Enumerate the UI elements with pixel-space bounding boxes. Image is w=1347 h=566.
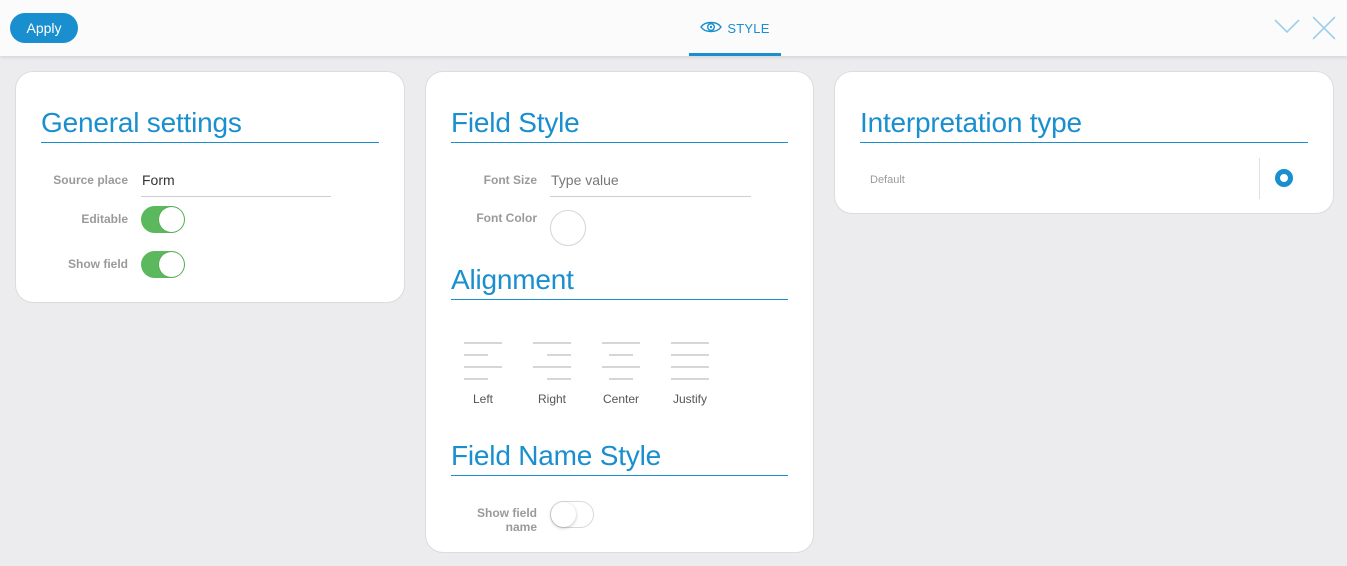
font-color-swatch[interactable]	[550, 210, 586, 246]
field-style-title: Field Style	[451, 107, 580, 138]
chevron-down-icon[interactable]	[1273, 14, 1301, 42]
show-field-name-label-line2: name	[505, 520, 537, 534]
interpretation-type-rule	[860, 142, 1308, 143]
close-icon[interactable]	[1310, 14, 1338, 42]
font-size-label: Font Size	[483, 173, 537, 187]
align-justify-icon	[671, 342, 709, 380]
option-divider	[1259, 158, 1260, 199]
interpretation-default-radio[interactable]	[1275, 169, 1293, 187]
align-right-label: Right	[537, 392, 566, 406]
toggle-knob	[159, 207, 184, 232]
interpretation-type-card: Interpretation type Default	[834, 71, 1334, 214]
align-left-label: Left	[472, 392, 493, 406]
editable-toggle[interactable]	[141, 206, 185, 233]
field-style-card: Field Style Font Size Type value Font Co…	[425, 71, 814, 553]
show-field-label: Show field	[68, 257, 128, 271]
align-center-label: Center	[602, 392, 640, 406]
tab-style[interactable]: STYLE	[689, 0, 781, 56]
show-field-toggle[interactable]	[141, 251, 185, 278]
active-tab-indicator	[689, 53, 781, 56]
field-style-rule	[451, 142, 788, 143]
general-settings-card: General settings Source place Form Edita…	[15, 71, 405, 303]
general-settings-rule	[41, 142, 379, 143]
tab-style-label: STYLE	[727, 20, 770, 36]
editable-label: Editable	[81, 212, 128, 226]
font-size-input[interactable]: Type value	[551, 171, 619, 189]
field-name-style-rule	[451, 475, 788, 476]
interpretation-type-title: Interpretation type	[860, 107, 1082, 138]
top-toolbar: Apply STYLE	[0, 0, 1347, 56]
show-field-name-label: Show field name	[426, 506, 537, 534]
apply-button[interactable]: Apply	[10, 13, 78, 43]
interpretation-option-default-label: Default	[870, 174, 905, 186]
eye-icon	[700, 20, 723, 34]
toggle-knob	[159, 252, 184, 277]
general-settings-title: General settings	[41, 107, 242, 138]
align-justify-label: Justify	[672, 392, 707, 406]
source-place-value[interactable]: Form	[142, 171, 175, 189]
alignment-rule	[451, 299, 788, 300]
field-name-style-title: Field Name Style	[451, 440, 661, 471]
show-field-name-label-line1: Show field	[477, 506, 537, 520]
align-justify-option[interactable]: Justify	[670, 342, 710, 406]
align-center-option[interactable]: Center	[601, 342, 641, 406]
font-color-label: Font Color	[476, 211, 537, 225]
show-field-name-toggle[interactable]	[550, 501, 594, 528]
alignment-title: Alignment	[451, 264, 574, 295]
align-right-icon	[533, 342, 571, 380]
source-place-label: Source place	[53, 173, 128, 187]
toggle-knob	[551, 502, 576, 527]
align-center-icon	[602, 342, 640, 380]
source-place-underline	[141, 196, 331, 197]
align-left-icon	[464, 342, 502, 380]
align-right-option[interactable]: Right	[532, 342, 572, 406]
font-size-underline	[550, 196, 751, 197]
align-left-option[interactable]: Left	[463, 342, 503, 406]
